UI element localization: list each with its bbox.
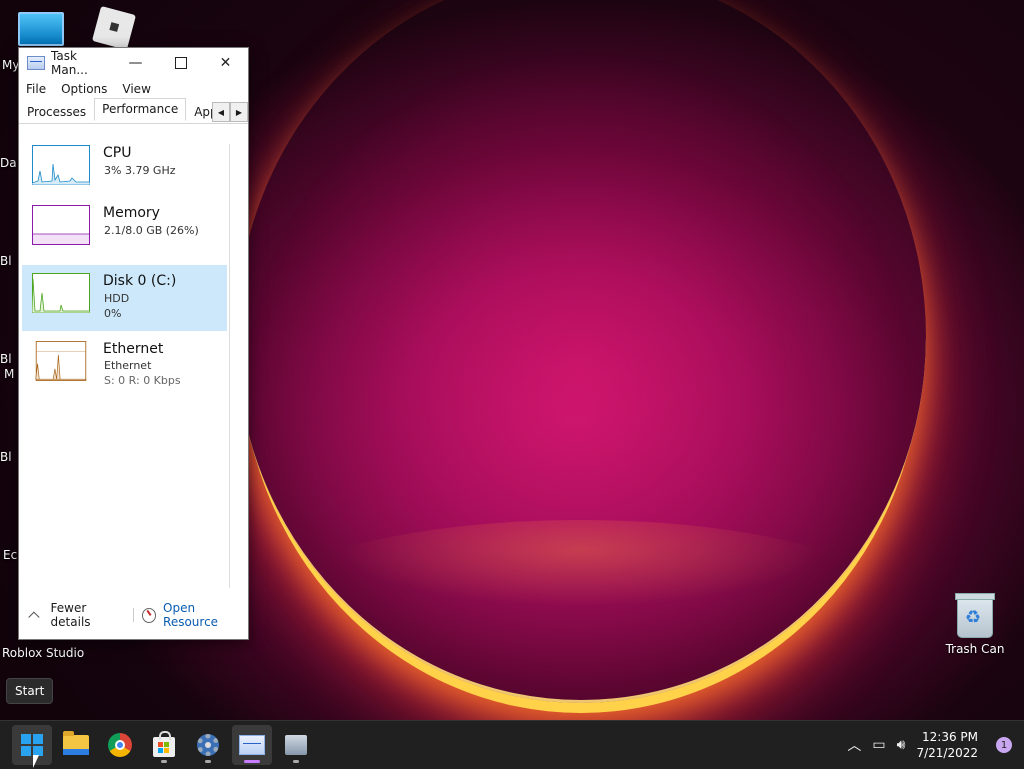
maximize-button[interactable] (158, 48, 203, 78)
taskbar-task-manager[interactable] (232, 725, 272, 765)
trash-can-label: Trash Can (945, 642, 1005, 656)
recycle-bin-icon: ♻ (955, 593, 995, 638)
microsoft-store-icon (153, 731, 175, 757)
system-tray: ︿ ▭ 🔊︎ 12:36 PM 7/21/2022 1 (847, 721, 1024, 769)
minimize-icon: — (128, 55, 143, 71)
task-manager-app-icon (27, 56, 45, 70)
taskbar-settings[interactable] (188, 725, 228, 765)
clock[interactable]: 12:36 PM 7/21/2022 (916, 729, 978, 761)
start-tooltip: Start (6, 678, 54, 704)
taskbar-store[interactable] (144, 725, 184, 765)
running-indicator (293, 760, 299, 763)
perf-item-name: Memory (103, 205, 160, 221)
ethernet-sparkline (32, 341, 90, 381)
menu-options[interactable]: Options (61, 82, 107, 96)
perf-item-usage: 0% (104, 307, 122, 320)
running-indicator (161, 760, 167, 763)
this-pc-label[interactable]: My (2, 58, 19, 72)
perf-item-memory[interactable]: Memory 2.1/8.0 GB (26%) (22, 205, 227, 265)
perf-item-detail: Ethernet (104, 359, 152, 372)
desktop-label-partial[interactable]: Bl (0, 254, 12, 268)
chrome-icon (108, 733, 132, 757)
file-explorer-icon (63, 731, 89, 755)
footer-divider (132, 608, 134, 622)
tab-bar: Processes Performance App his ◀ ▶ (19, 98, 248, 124)
perf-item-cpu[interactable]: CPU 3% 3.79 GHz (22, 145, 227, 205)
network-icon[interactable]: ▭ (872, 737, 885, 753)
menu-view[interactable]: View (122, 82, 150, 96)
task-manager-window[interactable]: Task Man... — ✕ File Options View Proces… (18, 47, 249, 640)
tab-scroll-left-icon[interactable]: ◀ (212, 102, 230, 122)
trash-can[interactable]: ♻ Trash Can (944, 593, 1006, 656)
this-pc-icon[interactable] (18, 12, 64, 46)
running-indicator (244, 760, 260, 763)
tab-scroll-right-icon[interactable]: ▶ (230, 102, 248, 122)
perf-item-disk[interactable]: Disk 0 (C:) HDD 0% (22, 265, 227, 331)
taskbar-file-explorer[interactable] (56, 725, 96, 765)
taskbar-chrome[interactable] (100, 725, 140, 765)
chevron-up-icon[interactable]: ︿ (847, 735, 861, 755)
start-button[interactable] (12, 725, 52, 765)
perf-item-name: Ethernet (103, 341, 164, 357)
tab-processes[interactable]: Processes (19, 101, 94, 123)
app-installer-icon (285, 735, 307, 755)
resource-monitor-icon[interactable] (141, 607, 157, 623)
chevron-up-icon[interactable] (28, 611, 40, 623)
wallpaper-glow (240, 520, 920, 720)
task-manager-icon (239, 735, 265, 755)
title-bar[interactable]: Task Man... — ✕ (19, 48, 248, 78)
perf-item-detail: 2.1/8.0 GB (26%) (104, 224, 199, 237)
footer-bar: Fewer details Open Resource (19, 601, 248, 629)
mouse-cursor (33, 755, 39, 768)
desktop-label-partial[interactable]: Ec (3, 548, 17, 562)
desktop-label-partial[interactable]: Da (0, 156, 17, 170)
close-button[interactable]: ✕ (203, 48, 248, 78)
perf-item-throughput: S: 0 R: 0 Kbps (104, 374, 181, 387)
menu-bar: File Options View (19, 78, 248, 100)
tab-scroll-buttons: ◀ ▶ (212, 102, 248, 122)
settings-icon (197, 734, 219, 756)
windows-start-icon (21, 734, 43, 756)
minimize-button[interactable]: — (113, 48, 158, 78)
menu-file[interactable]: File (26, 82, 46, 96)
close-icon: ✕ (219, 55, 232, 71)
cpu-sparkline (32, 145, 90, 185)
open-resource-monitor-link[interactable]: Open Resource (163, 601, 248, 629)
taskbar: ︿ ▭ 🔊︎ 12:36 PM 7/21/2022 1 (0, 720, 1024, 769)
roblox-studio-label[interactable]: Roblox Studio (2, 646, 84, 660)
performance-list: CPU 3% 3.79 GHz Memory 2.1/8.0 GB (26%) … (22, 145, 227, 391)
desktop-label-partial[interactable]: Bl (0, 352, 12, 366)
notification-badge[interactable]: 1 (996, 737, 1012, 753)
perf-item-name: CPU (103, 145, 132, 161)
vertical-scrollbar[interactable] (229, 144, 230, 588)
maximize-icon (174, 57, 187, 69)
perf-item-name: Disk 0 (C:) (103, 273, 177, 289)
desktop-label-partial[interactable]: M (4, 367, 14, 381)
clock-date: 7/21/2022 (916, 746, 978, 760)
fewer-details-link[interactable]: Fewer details (51, 601, 125, 629)
volume-icon[interactable]: 🔊︎ (897, 737, 906, 753)
perf-item-detail: 3% 3.79 GHz (104, 164, 176, 177)
running-indicator (205, 760, 211, 763)
memory-sparkline (32, 205, 90, 245)
taskbar-app-installer[interactable] (276, 725, 316, 765)
perf-item-ethernet[interactable]: Ethernet Ethernet S: 0 R: 0 Kbps (22, 331, 227, 391)
tab-performance[interactable]: Performance (94, 98, 187, 121)
perf-item-detail: HDD (104, 292, 130, 305)
clock-time: 12:36 PM (922, 730, 978, 744)
disk-sparkline (32, 273, 90, 313)
desktop-label-partial[interactable]: Bl (0, 450, 12, 464)
window-title: Task Man... (51, 49, 88, 77)
